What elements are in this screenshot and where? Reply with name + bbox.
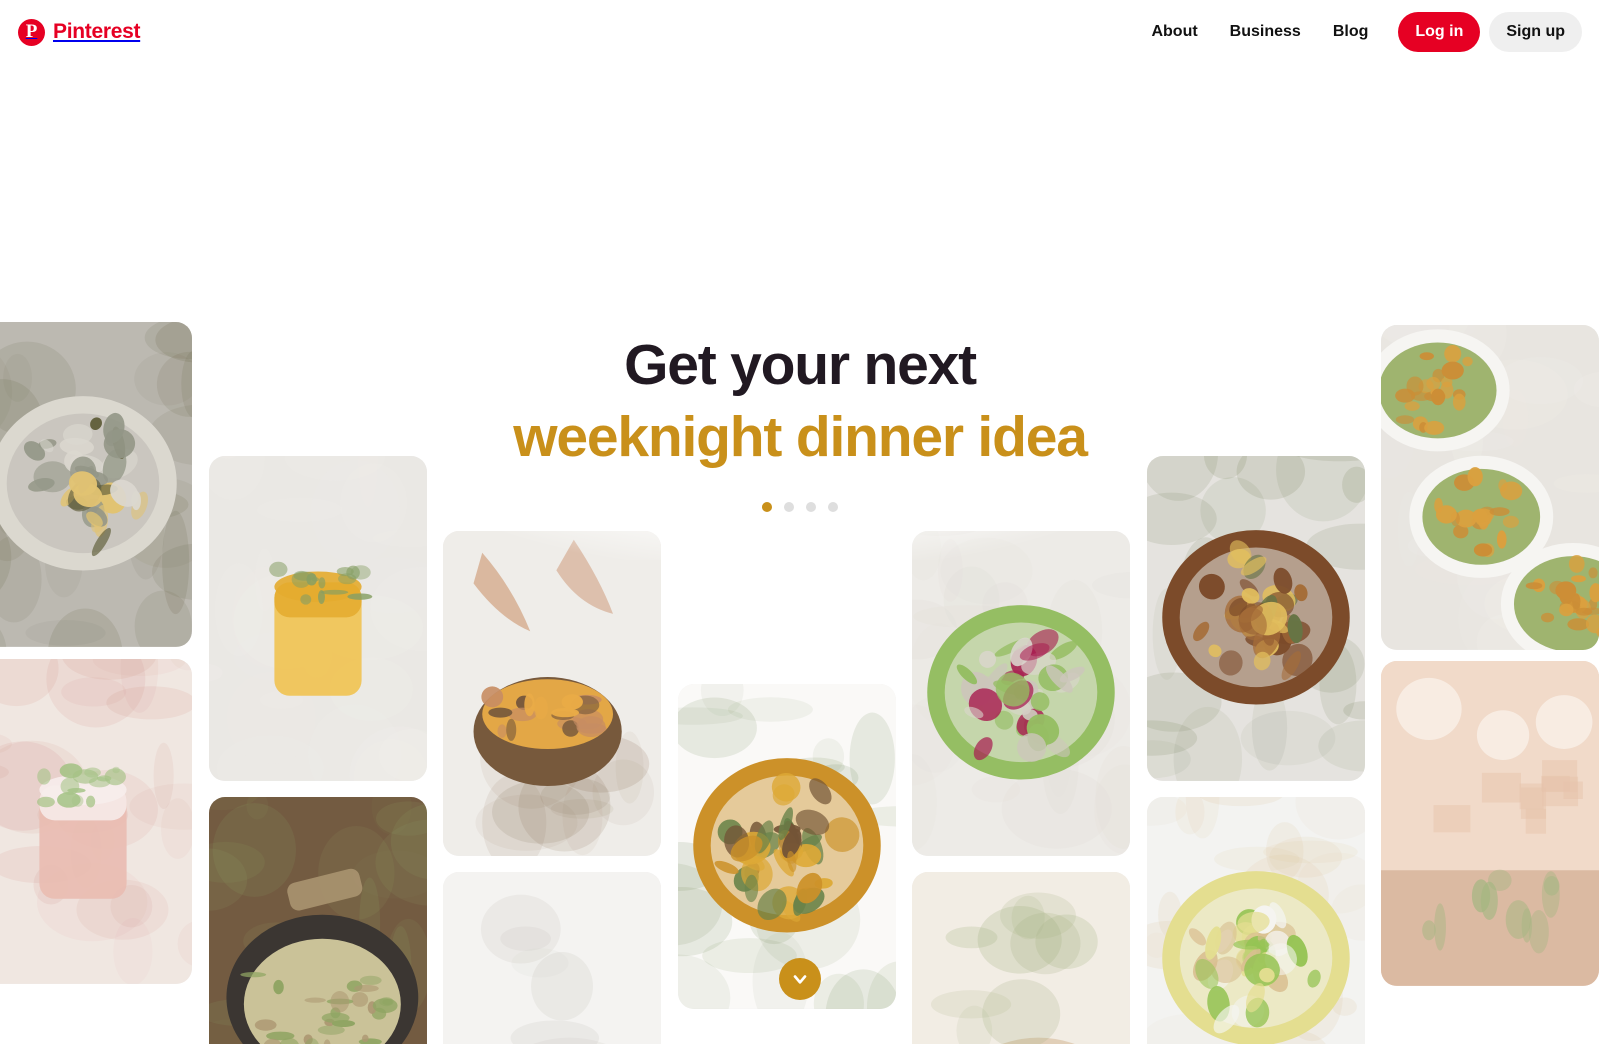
- hero-section: Get your next weeknight dinner idea: [0, 330, 1600, 512]
- scroll-down-button[interactable]: [779, 958, 821, 1000]
- carousel-dots[interactable]: [0, 501, 1600, 512]
- photo-tile-pea-ricotta-toast[interactable]: [1147, 797, 1365, 1044]
- header-nav: About Business Blog Log in Sign up: [1135, 12, 1582, 52]
- photo-tile-pumpkin-hummus-plate[interactable]: [678, 684, 896, 1009]
- pinterest-p-icon: P: [18, 18, 45, 46]
- carousel-dot-4[interactable]: [828, 501, 838, 512]
- carousel-dot-2[interactable]: [784, 501, 794, 512]
- photo-tile-hands-garnishing-bowl[interactable]: [443, 531, 661, 856]
- hero-headline-line2: weeknight dinner idea: [513, 404, 1088, 469]
- pinterest-wordmark: Pinterest: [53, 20, 141, 43]
- pinterest-logo[interactable]: P Pinterest: [18, 18, 141, 46]
- carousel-dot-3[interactable]: [806, 501, 816, 512]
- photo-tile-wrapped-flatbreads[interactable]: [912, 872, 1130, 1044]
- photo-tile-pink-cocktail-glasses[interactable]: [0, 659, 192, 984]
- nav-link-business[interactable]: Business: [1214, 13, 1317, 51]
- photo-collage-grid: [0, 0, 1600, 1044]
- nav-link-blog[interactable]: Blog: [1317, 13, 1385, 51]
- pinterest-mark-letter: P: [25, 20, 38, 42]
- photo-tile-cafe-interior-balloons[interactable]: [1381, 661, 1599, 986]
- log-in-button[interactable]: Log in: [1398, 12, 1481, 52]
- photo-tile-white-bowl-with-spoon[interactable]: [443, 872, 661, 1044]
- chevron-down-icon: [790, 969, 810, 989]
- photo-tile-skillet-frittata[interactable]: [209, 797, 427, 1044]
- carousel-dot-1[interactable]: [762, 501, 772, 512]
- photo-tile-beet-avocado-toast-board[interactable]: [912, 531, 1130, 856]
- sign-up-button[interactable]: Sign up: [1489, 12, 1582, 52]
- nav-link-about[interactable]: About: [1135, 13, 1213, 51]
- site-header: P Pinterest About Business Blog Log in S…: [0, 0, 1600, 64]
- hero-headline-line1: Get your next: [624, 333, 977, 397]
